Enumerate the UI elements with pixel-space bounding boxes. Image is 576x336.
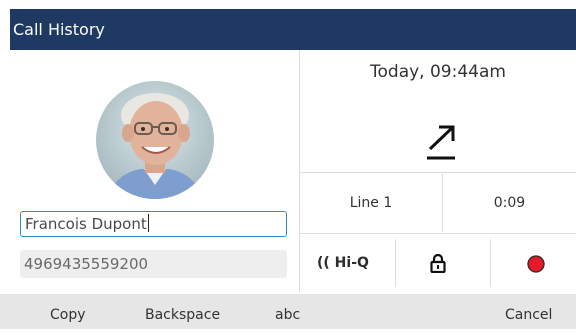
contact-photo xyxy=(96,81,214,199)
hiq-icon: (( Hi-Q xyxy=(317,235,369,292)
line-duration-row: Line 1 0:09 xyxy=(300,174,576,232)
call-details-panel: Today, 09:44am Line 1 0:09 (( Hi-Q xyxy=(300,50,576,292)
line-label: Line 1 xyxy=(349,195,393,211)
avatar xyxy=(96,81,214,199)
icon-separator xyxy=(490,239,491,287)
contact-number-text: 4969435559200 xyxy=(24,255,149,273)
call-history-screen: Call History Francois Dupont 49694355592… xyxy=(0,0,576,329)
outgoing-call-arrow-icon xyxy=(427,125,455,160)
backspace-softkey[interactable]: Backspace xyxy=(145,294,220,336)
softkey-bar: Copy Backspace abc Cancel xyxy=(0,294,576,329)
cancel-softkey[interactable]: Cancel xyxy=(505,294,552,336)
input-mode-softkey[interactable]: abc xyxy=(275,294,300,336)
page-title: Call History xyxy=(13,20,105,39)
hiq-waves-icon: (( xyxy=(317,255,330,271)
details-separator-top xyxy=(300,172,576,173)
title-bar: Call History xyxy=(10,9,576,50)
icon-separator xyxy=(395,239,396,287)
record-icon xyxy=(527,255,545,273)
lock-icon xyxy=(430,253,446,273)
contact-name-input[interactable]: Francois Dupont xyxy=(20,211,287,237)
contact-name-text: Francois Dupont xyxy=(25,215,147,233)
text-cursor xyxy=(147,214,149,232)
contact-panel: Francois Dupont 4969435559200 xyxy=(10,50,299,292)
call-duration: 0:09 xyxy=(493,195,526,211)
call-datetime: Today, 09:44am xyxy=(370,62,506,82)
hiq-label: Hi-Q xyxy=(334,255,369,271)
copy-softkey[interactable]: Copy xyxy=(50,294,86,336)
feature-icons-row: (( Hi-Q xyxy=(300,235,576,292)
contact-number-field: 4969435559200 xyxy=(20,250,287,278)
details-separator-bottom xyxy=(300,233,576,234)
